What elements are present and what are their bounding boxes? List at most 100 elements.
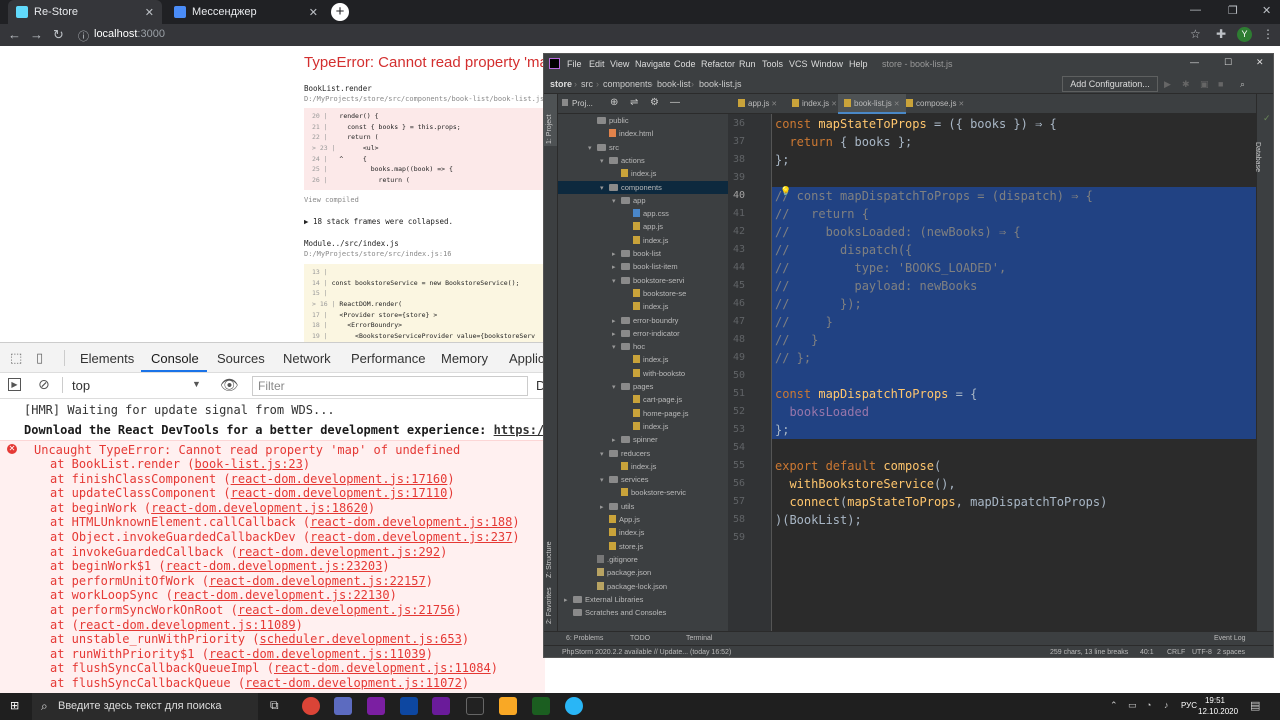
- problems-tool-button[interactable]: 6: Problems: [566, 635, 603, 642]
- close-tab-icon[interactable]: ✕: [892, 101, 900, 108]
- menu-run[interactable]: Run: [739, 59, 756, 69]
- expand-arrow-icon[interactable]: ▸: [612, 261, 621, 274]
- breadcrumb-book-list[interactable]: book-list: [657, 79, 691, 89]
- expand-arrow-icon[interactable]: ▾: [600, 448, 609, 461]
- search-icon[interactable]: ⌕: [1240, 79, 1245, 90]
- close-tab-icon[interactable]: ✕: [145, 6, 154, 19]
- stack-location-link[interactable]: react-dom.development.js:188: [310, 515, 512, 529]
- network-icon[interactable]: ▭: [1128, 700, 1137, 711]
- project-tree-item[interactable]: ▾ pages: [558, 380, 728, 393]
- minimize-icon[interactable]: —: [1190, 57, 1199, 67]
- profile-avatar[interactable]: Y: [1237, 27, 1252, 42]
- editor-tab-book-list-js[interactable]: book-list.js ✕: [838, 94, 906, 114]
- extensions-icon[interactable]: ✚: [1216, 27, 1226, 41]
- event-log-button[interactable]: Event Log: [1214, 635, 1246, 642]
- close-tab-icon[interactable]: ✕: [956, 101, 964, 108]
- project-tree-item[interactable]: ▸ book-list: [558, 247, 728, 260]
- new-tab-button[interactable]: +: [331, 3, 349, 21]
- expand-arrow-icon[interactable]: ▸: [612, 248, 621, 261]
- browser-tab-restore[interactable]: Re-Store ✕: [8, 0, 162, 24]
- expand-arrow-icon[interactable]: ▸: [612, 315, 621, 328]
- breadcrumb-src[interactable]: src: [581, 79, 593, 89]
- project-tree-item[interactable]: ▾ reducers: [558, 447, 728, 460]
- stack-location-link[interactable]: react-dom.development.js:23203: [166, 559, 383, 573]
- save-app-taskbar-icon[interactable]: [334, 697, 352, 715]
- run-icon[interactable]: ▶: [1164, 79, 1171, 90]
- line-separator[interactable]: CRLF: [1167, 649, 1185, 656]
- project-tree-item[interactable]: index.js: [558, 460, 728, 473]
- reload-icon[interactable]: ↻: [53, 27, 64, 43]
- wifi-icon[interactable]: ◔: [1146, 700, 1151, 710]
- project-tree-item[interactable]: ▸ book-list-item: [558, 260, 728, 273]
- project-tree-item[interactable]: bookstore-servic: [558, 486, 728, 499]
- add-configuration-button[interactable]: Add Configuration...: [1062, 76, 1158, 92]
- device-toolbar-icon[interactable]: ▯: [36, 350, 43, 366]
- menu-file[interactable]: File: [567, 59, 582, 69]
- project-tree-item[interactable]: index.js: [558, 420, 728, 433]
- console-filter-input[interactable]: Filter: [252, 376, 528, 396]
- project-tree-item[interactable]: ▾ bookstore-servi: [558, 274, 728, 287]
- close-tab-icon[interactable]: ✕: [309, 6, 318, 19]
- telegram-taskbar-icon[interactable]: [565, 697, 583, 715]
- stack-location-link[interactable]: react-dom.development.js:11072: [245, 676, 462, 690]
- sidebar-toggle-icon[interactable]: ▶: [8, 378, 21, 391]
- phpstorm-taskbar-icon[interactable]: [367, 697, 385, 715]
- expand-arrow-icon[interactable]: ▾: [612, 195, 621, 208]
- coverage-icon[interactable]: ▣: [1200, 79, 1209, 90]
- tab-memory[interactable]: Memory: [441, 351, 488, 366]
- database-tool-button[interactable]: Database: [1254, 142, 1261, 172]
- browser-tab-messenger[interactable]: Мессенджер ✕: [166, 0, 326, 24]
- terminal-tool-button[interactable]: Terminal: [686, 635, 712, 642]
- stack-location-link[interactable]: book-list.js:23: [195, 457, 303, 471]
- project-tree-item[interactable]: .gitignore: [558, 553, 728, 566]
- collapse-all-icon[interactable]: ⇌: [630, 97, 638, 108]
- settings-gear-icon[interactable]: ⚙: [650, 97, 659, 108]
- maximize-icon[interactable]: ☐: [1224, 57, 1232, 68]
- input-language[interactable]: РУС: [1181, 701, 1197, 710]
- editor-tab-compose-js[interactable]: compose.js ✕: [900, 94, 970, 114]
- project-tree-item[interactable]: ▾ services: [558, 473, 728, 486]
- code-editor[interactable]: const mapStateToProps = ({ books }) ⇒ { …: [772, 114, 1256, 634]
- stack-location-link[interactable]: react-dom.development.js:237: [310, 530, 512, 544]
- notifications-icon[interactable]: ▤: [1250, 699, 1260, 712]
- stack-location-link[interactable]: react-dom.development.js:11039: [209, 647, 426, 661]
- tab-application[interactable]: Applic: [509, 351, 544, 366]
- expand-arrow-icon[interactable]: ▾: [612, 381, 621, 394]
- volume-icon[interactable]: ♪: [1164, 700, 1169, 710]
- tab-console[interactable]: Console: [151, 351, 199, 366]
- minimize-icon[interactable]: —: [1190, 4, 1201, 16]
- structure-tool-button[interactable]: Z: Structure: [546, 541, 553, 578]
- inspect-element-icon[interactable]: ⬚: [10, 350, 22, 366]
- file-explorer-taskbar-icon[interactable]: [499, 697, 517, 715]
- expand-arrow-icon[interactable]: ▾: [600, 474, 609, 487]
- menu-code[interactable]: Code: [674, 59, 696, 69]
- hide-panel-icon[interactable]: —: [670, 97, 680, 108]
- stack-location-link[interactable]: react-dom.development.js:11089: [79, 618, 296, 632]
- menu-navigate[interactable]: Navigate: [635, 59, 671, 69]
- menu-vcs[interactable]: VCS: [789, 59, 808, 69]
- breadcrumb-book-list-js[interactable]: book-list.js: [699, 79, 742, 89]
- security-app-taskbar-icon[interactable]: [532, 697, 550, 715]
- stack-location-link[interactable]: react-dom.development.js:17160: [231, 472, 448, 486]
- close-window-icon[interactable]: ✕: [1262, 4, 1271, 17]
- live-expression-eye-icon[interactable]: 👁: [220, 376, 239, 394]
- project-tree-item[interactable]: public: [558, 114, 728, 127]
- project-tree-item[interactable]: home-page.js: [558, 407, 728, 420]
- project-tree-item[interactable]: package-lock.json: [558, 580, 728, 593]
- expand-arrow-icon[interactable]: ▸: [600, 501, 609, 514]
- project-tree-item[interactable]: ▸ spinner: [558, 433, 728, 446]
- stack-location-link[interactable]: react-dom.development.js:22157: [209, 574, 426, 588]
- stack-location-link[interactable]: react-dom.development.js:18620: [151, 501, 368, 515]
- menu-refactor[interactable]: Refactor: [701, 59, 735, 69]
- project-tree-item[interactable]: app.css: [558, 207, 728, 220]
- maximize-icon[interactable]: ❐: [1228, 4, 1238, 17]
- clear-console-icon[interactable]: ⊘: [38, 376, 50, 393]
- expand-arrow-icon[interactable]: ▸: [564, 594, 573, 607]
- project-tree-item[interactable]: ▸ utils: [558, 500, 728, 513]
- frame-path[interactable]: D:/MyProjects/store/src/components/book-…: [304, 95, 545, 103]
- breadcrumb-components[interactable]: components: [603, 79, 652, 89]
- expand-arrow-icon[interactable]: ▸: [612, 434, 621, 447]
- close-tab-icon[interactable]: ✕: [829, 101, 837, 108]
- stack-location-link[interactable]: react-dom.development.js:22130: [173, 588, 390, 602]
- indent-setting[interactable]: 2 spaces: [1217, 649, 1245, 656]
